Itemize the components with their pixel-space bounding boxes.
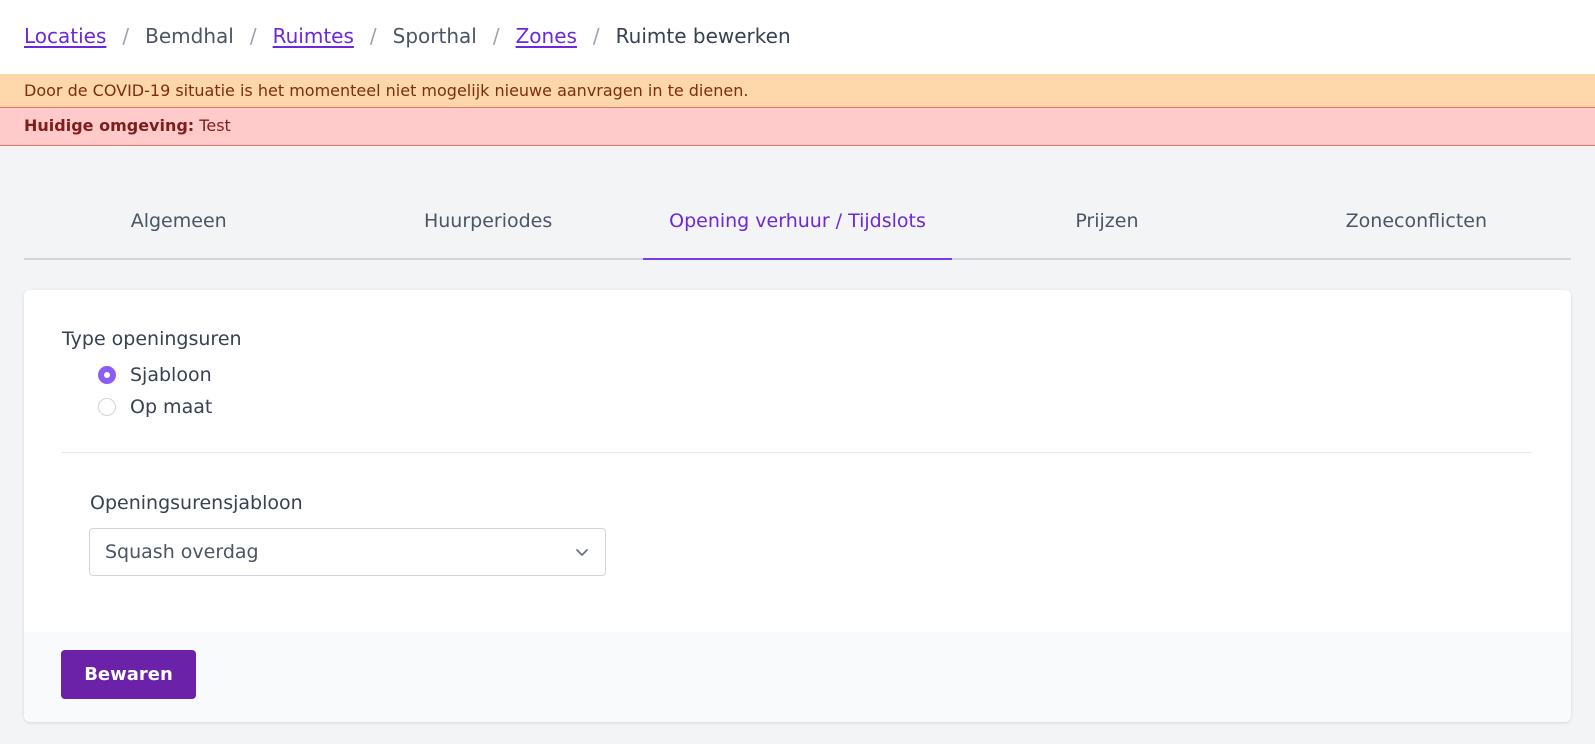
breadcrumb-separator: /	[249, 24, 257, 48]
radio-op-maat-label: Op maat	[130, 396, 213, 418]
opening-hours-form-card: Type openingsuren Sjabloon Op maat Openi…	[24, 290, 1571, 722]
breadcrumb-item-bemdhal: Bemdhal	[145, 24, 234, 48]
radio-op-maat[interactable]	[98, 398, 116, 416]
tab-zoneconflicten[interactable]: Zoneconflicten	[1262, 193, 1571, 258]
breadcrumb-link-locaties[interactable]: Locaties	[24, 22, 106, 50]
breadcrumb-link-ruimtes[interactable]: Ruimtes	[273, 22, 354, 50]
breadcrumb-current-page: Ruimte bewerken	[615, 24, 791, 48]
radio-sjabloon-label: Sjabloon	[130, 364, 212, 386]
breadcrumb: Locaties / Bemdhal / Ruimtes / Sporthal …	[24, 22, 791, 50]
tab-bar: Algemeen Huurperiodes Opening verhuur / …	[24, 193, 1571, 260]
environment-label: Huidige omgeving:	[24, 116, 195, 135]
breadcrumb-header: Locaties / Bemdhal / Ruimtes / Sporthal …	[0, 0, 1595, 74]
tab-algemeen[interactable]: Algemeen	[24, 193, 333, 258]
environment-banner: Huidige omgeving: Test	[0, 108, 1595, 146]
radio-option-op-maat[interactable]: Op maat	[98, 394, 212, 420]
tab-prijzen[interactable]: Prijzen	[952, 193, 1261, 258]
covid-warning-banner: Door de COVID-19 situatie is het momente…	[0, 74, 1595, 108]
openingsurensjabloon-label: Openingsurensjabloon	[90, 492, 303, 514]
chevron-down-icon	[576, 549, 588, 556]
breadcrumb-separator: /	[592, 24, 600, 48]
breadcrumb-separator: /	[122, 24, 130, 48]
breadcrumb-item-sporthal: Sporthal	[392, 24, 477, 48]
breadcrumb-separator: /	[492, 24, 500, 48]
radio-sjabloon[interactable]	[98, 366, 116, 384]
radio-option-sjabloon[interactable]: Sjabloon	[98, 362, 212, 388]
breadcrumb-link-zones[interactable]: Zones	[516, 22, 577, 50]
breadcrumb-separator: /	[369, 24, 377, 48]
environment-value: Test	[199, 116, 231, 135]
type-openingsuren-label: Type openingsuren	[62, 328, 242, 350]
openingsurensjabloon-select[interactable]: Squash overdag	[89, 528, 606, 576]
covid-warning-text: Door de COVID-19 situatie is het momente…	[24, 81, 749, 100]
form-footer: Bewaren	[24, 632, 1571, 722]
divider	[62, 452, 1532, 453]
tab-opening-verhuur-tijdslots[interactable]: Opening verhuur / Tijdslots	[642, 193, 953, 260]
select-value: Squash overdag	[105, 541, 259, 563]
save-button[interactable]: Bewaren	[61, 650, 196, 699]
tab-huurperiodes[interactable]: Huurperiodes	[333, 193, 642, 258]
